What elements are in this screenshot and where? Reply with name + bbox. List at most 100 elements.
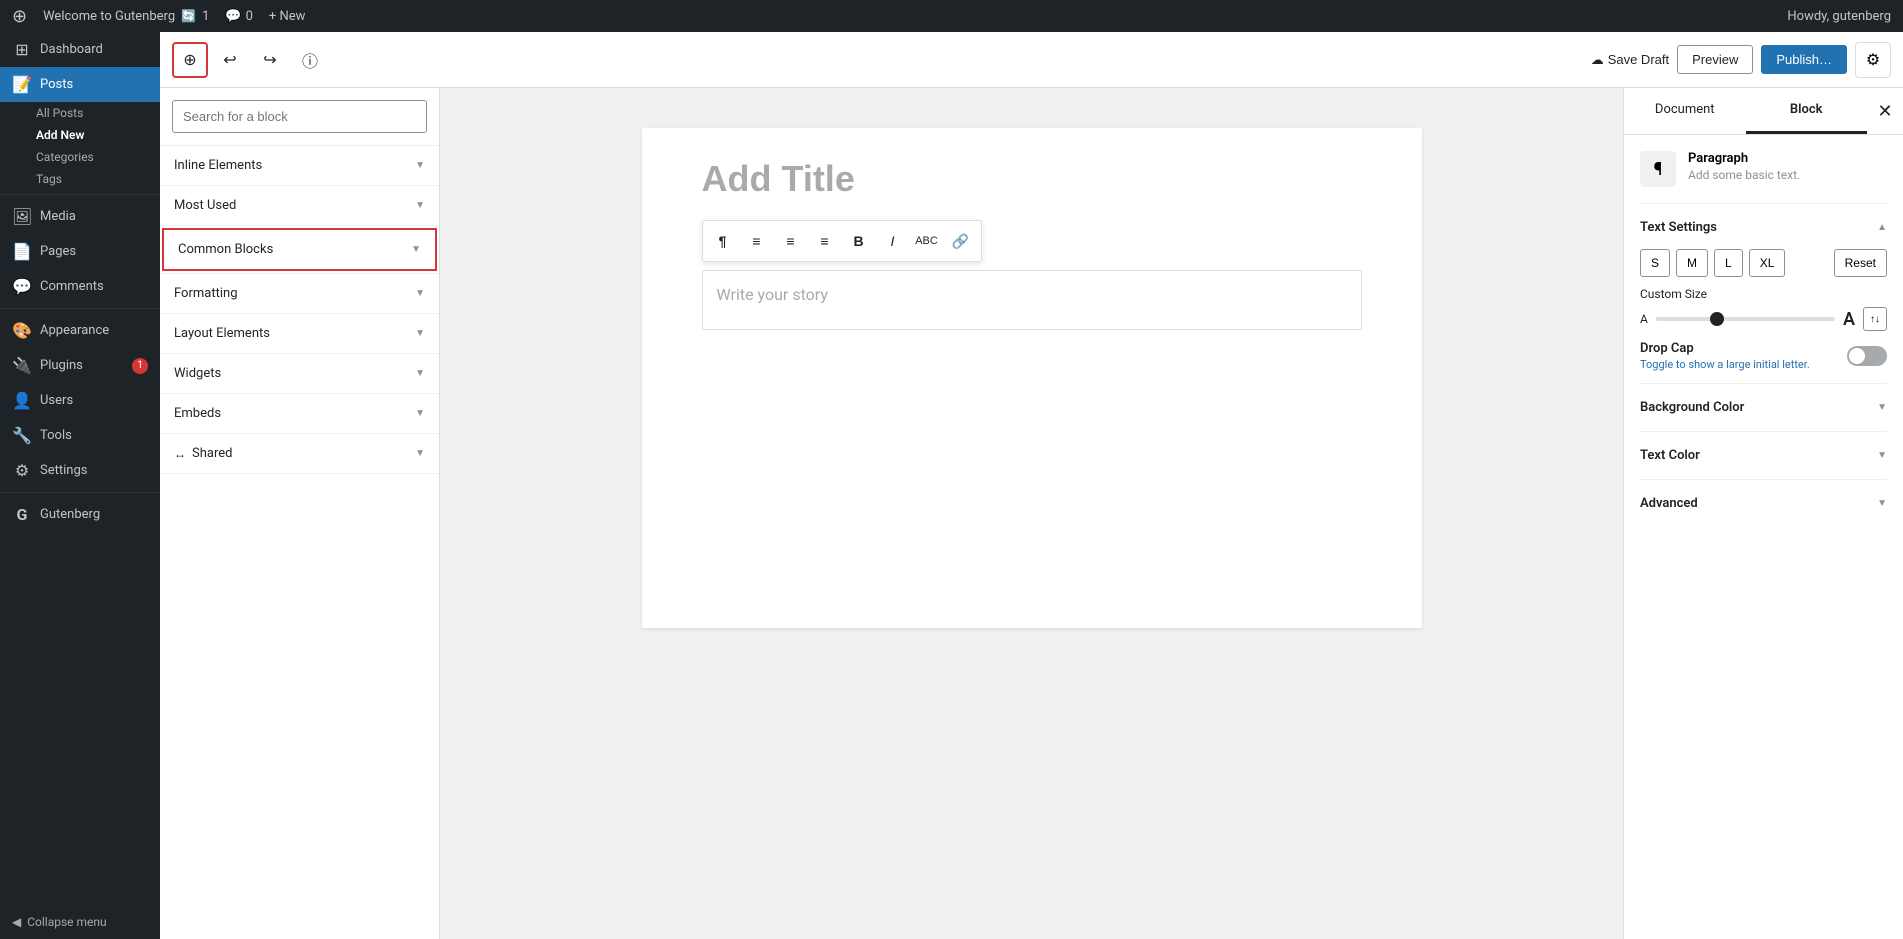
post-title-input[interactable]: [702, 158, 1362, 200]
category-most-used: Most Used ▼: [160, 186, 439, 226]
align-center-button[interactable]: ≡: [775, 225, 807, 257]
bold-button[interactable]: B: [843, 225, 875, 257]
block-search-input[interactable]: [172, 100, 427, 133]
sidebar-label-plugins: Plugins: [40, 358, 83, 373]
size-s-button[interactable]: S: [1640, 249, 1670, 277]
editor-settings-button[interactable]: ⚙: [1855, 42, 1891, 78]
editor-main: Inline Elements ▼ Most Used ▼: [160, 88, 1903, 939]
inserter-scroll-indicator: [160, 935, 439, 939]
shared-chevron-icon: ▼: [415, 448, 425, 459]
editor-canvas[interactable]: ¶ ≡ ≡ ≡ B: [440, 88, 1623, 939]
category-formatting-label: Formatting: [174, 286, 238, 301]
strikethrough-icon: ABC: [915, 235, 938, 247]
sidebar-item-dashboard[interactable]: ⊞ Dashboard: [0, 32, 160, 67]
background-color-header[interactable]: Background Color ▼: [1640, 396, 1887, 419]
align-right-button[interactable]: ≡: [809, 225, 841, 257]
undo-icon: ↩: [223, 50, 236, 70]
size-l-button[interactable]: L: [1714, 249, 1743, 277]
inserter-button[interactable]: ⊕: [172, 42, 208, 78]
link-button[interactable]: 🔗: [945, 225, 977, 257]
site-name[interactable]: Welcome to Gutenberg 🔄 1: [43, 9, 209, 24]
undo-button[interactable]: ↩: [212, 42, 248, 78]
collapse-menu-button[interactable]: ◀ Collapse menu: [0, 905, 160, 939]
shared-reusable-icon: ↔: [174, 447, 186, 461]
menu-separator-2: [0, 308, 160, 309]
sidebar-item-pages[interactable]: 📄 Pages: [0, 234, 160, 269]
post-editor-area: ¶ ≡ ≡ ≡ B: [642, 128, 1422, 628]
block-type-name: Paragraph: [1688, 151, 1800, 166]
preview-button[interactable]: Preview: [1677, 45, 1753, 74]
sidebar-item-comments[interactable]: 💬 Comments: [0, 269, 160, 304]
custom-size-slider: A A ↑↓: [1640, 307, 1887, 331]
category-inline-elements-label: Inline Elements: [174, 158, 262, 173]
sidebar-item-media[interactable]: 🖼 Media: [0, 199, 160, 234]
sidebar-item-appearance[interactable]: 🎨 Appearance: [0, 313, 160, 348]
posts-icon: 📝: [12, 75, 32, 94]
sidebar-item-settings[interactable]: ⚙ Settings: [0, 453, 160, 488]
align-center-icon: ≡: [786, 233, 794, 249]
sidebar-item-posts[interactable]: 📝 Posts: [0, 67, 160, 102]
font-size-input-icon[interactable]: ↑↓: [1863, 307, 1887, 331]
block-type-description: Add some basic text.: [1688, 168, 1800, 182]
shared-label-wrap: ↔ Shared: [174, 446, 232, 461]
right-panel-body: ¶ Paragraph Add some basic text. Text Se…: [1624, 135, 1903, 939]
category-embeds-header[interactable]: Embeds ▼: [160, 394, 439, 433]
text-color-header[interactable]: Text Color ▼: [1640, 444, 1887, 467]
size-m-button[interactable]: M: [1676, 249, 1708, 277]
category-embeds-label: Embeds: [174, 406, 221, 421]
font-size-slider-track[interactable]: [1656, 317, 1835, 321]
sidebar-submenu-all-posts[interactable]: All Posts: [0, 102, 160, 124]
drop-cap-description[interactable]: Toggle to show a large initial letter.: [1640, 358, 1810, 371]
sidebar-item-plugins[interactable]: 🔌 Plugins 1: [0, 348, 160, 383]
tab-document-label: Document: [1655, 102, 1715, 117]
text-color-section: Text Color ▼: [1640, 431, 1887, 479]
editor-wrap: ⊕ ↩ ↪ ⓘ ☁ Save Draft Preview: [160, 32, 1903, 939]
advanced-section: Advanced ▼: [1640, 479, 1887, 527]
category-most-used-header[interactable]: Most Used ▼: [160, 186, 439, 225]
custom-size-label: Custom Size: [1640, 287, 1887, 301]
category-common-blocks-header[interactable]: Common Blocks ▼: [162, 228, 437, 271]
align-left-button[interactable]: ≡: [741, 225, 773, 257]
font-size-reset-button[interactable]: Reset: [1834, 249, 1887, 277]
right-panel-close-button[interactable]: ✕: [1867, 93, 1903, 129]
category-layout-elements-header[interactable]: Layout Elements ▼: [160, 314, 439, 353]
block-type-info: Paragraph Add some basic text.: [1688, 151, 1800, 182]
sidebar-submenu-tags[interactable]: Tags: [0, 168, 160, 190]
paragraph-icon: ¶: [1654, 159, 1663, 180]
tab-document[interactable]: Document: [1624, 88, 1746, 134]
category-shared-header[interactable]: ↔ Shared ▼: [160, 434, 439, 473]
save-draft-label: Save Draft: [1608, 52, 1669, 67]
category-widgets-header[interactable]: Widgets ▼: [160, 354, 439, 393]
block-content-area[interactable]: Write your story: [702, 270, 1362, 330]
size-xl-button[interactable]: XL: [1749, 249, 1786, 277]
italic-button[interactable]: I: [877, 225, 909, 257]
tab-block[interactable]: Block: [1746, 88, 1868, 134]
sidebar-item-users[interactable]: 👤 Users: [0, 383, 160, 418]
align-right-icon: ≡: [820, 233, 828, 249]
new-item[interactable]: + New: [269, 9, 306, 24]
right-panel: Document Block ✕ ¶: [1623, 88, 1903, 939]
sidebar-item-gutenberg[interactable]: G Gutenberg: [0, 497, 160, 532]
save-draft-button[interactable]: ☁ Save Draft: [1591, 52, 1669, 68]
category-formatting-header[interactable]: Formatting ▼: [160, 274, 439, 313]
plugins-icon: 🔌: [12, 356, 32, 375]
italic-icon: I: [891, 233, 895, 249]
block-type-button[interactable]: ¶: [707, 225, 739, 257]
sidebar-submenu-categories[interactable]: Categories: [0, 146, 160, 168]
redo-button[interactable]: ↪: [252, 42, 288, 78]
strikethrough-button[interactable]: ABC: [911, 225, 943, 257]
info-button[interactable]: ⓘ: [292, 42, 328, 78]
font-size-slider-thumb[interactable]: [1710, 312, 1724, 326]
advanced-header[interactable]: Advanced ▼: [1640, 492, 1887, 515]
category-inline-elements-header[interactable]: Inline Elements ▼: [160, 146, 439, 185]
sidebar-item-tools[interactable]: 🔧 Tools: [0, 418, 160, 453]
comments-item[interactable]: 💬 0: [225, 9, 253, 24]
sidebar-label-media: Media: [40, 209, 76, 224]
publish-button[interactable]: Publish…: [1761, 45, 1847, 74]
sidebar-submenu-add-new[interactable]: Add New: [0, 124, 160, 146]
text-settings-header[interactable]: Text Settings ▲: [1640, 216, 1887, 239]
embeds-chevron-icon: ▼: [415, 408, 425, 419]
category-widgets-label: Widgets: [174, 366, 221, 381]
drop-cap-toggle[interactable]: [1847, 346, 1887, 366]
wp-logo-icon[interactable]: ⊕: [12, 6, 27, 27]
